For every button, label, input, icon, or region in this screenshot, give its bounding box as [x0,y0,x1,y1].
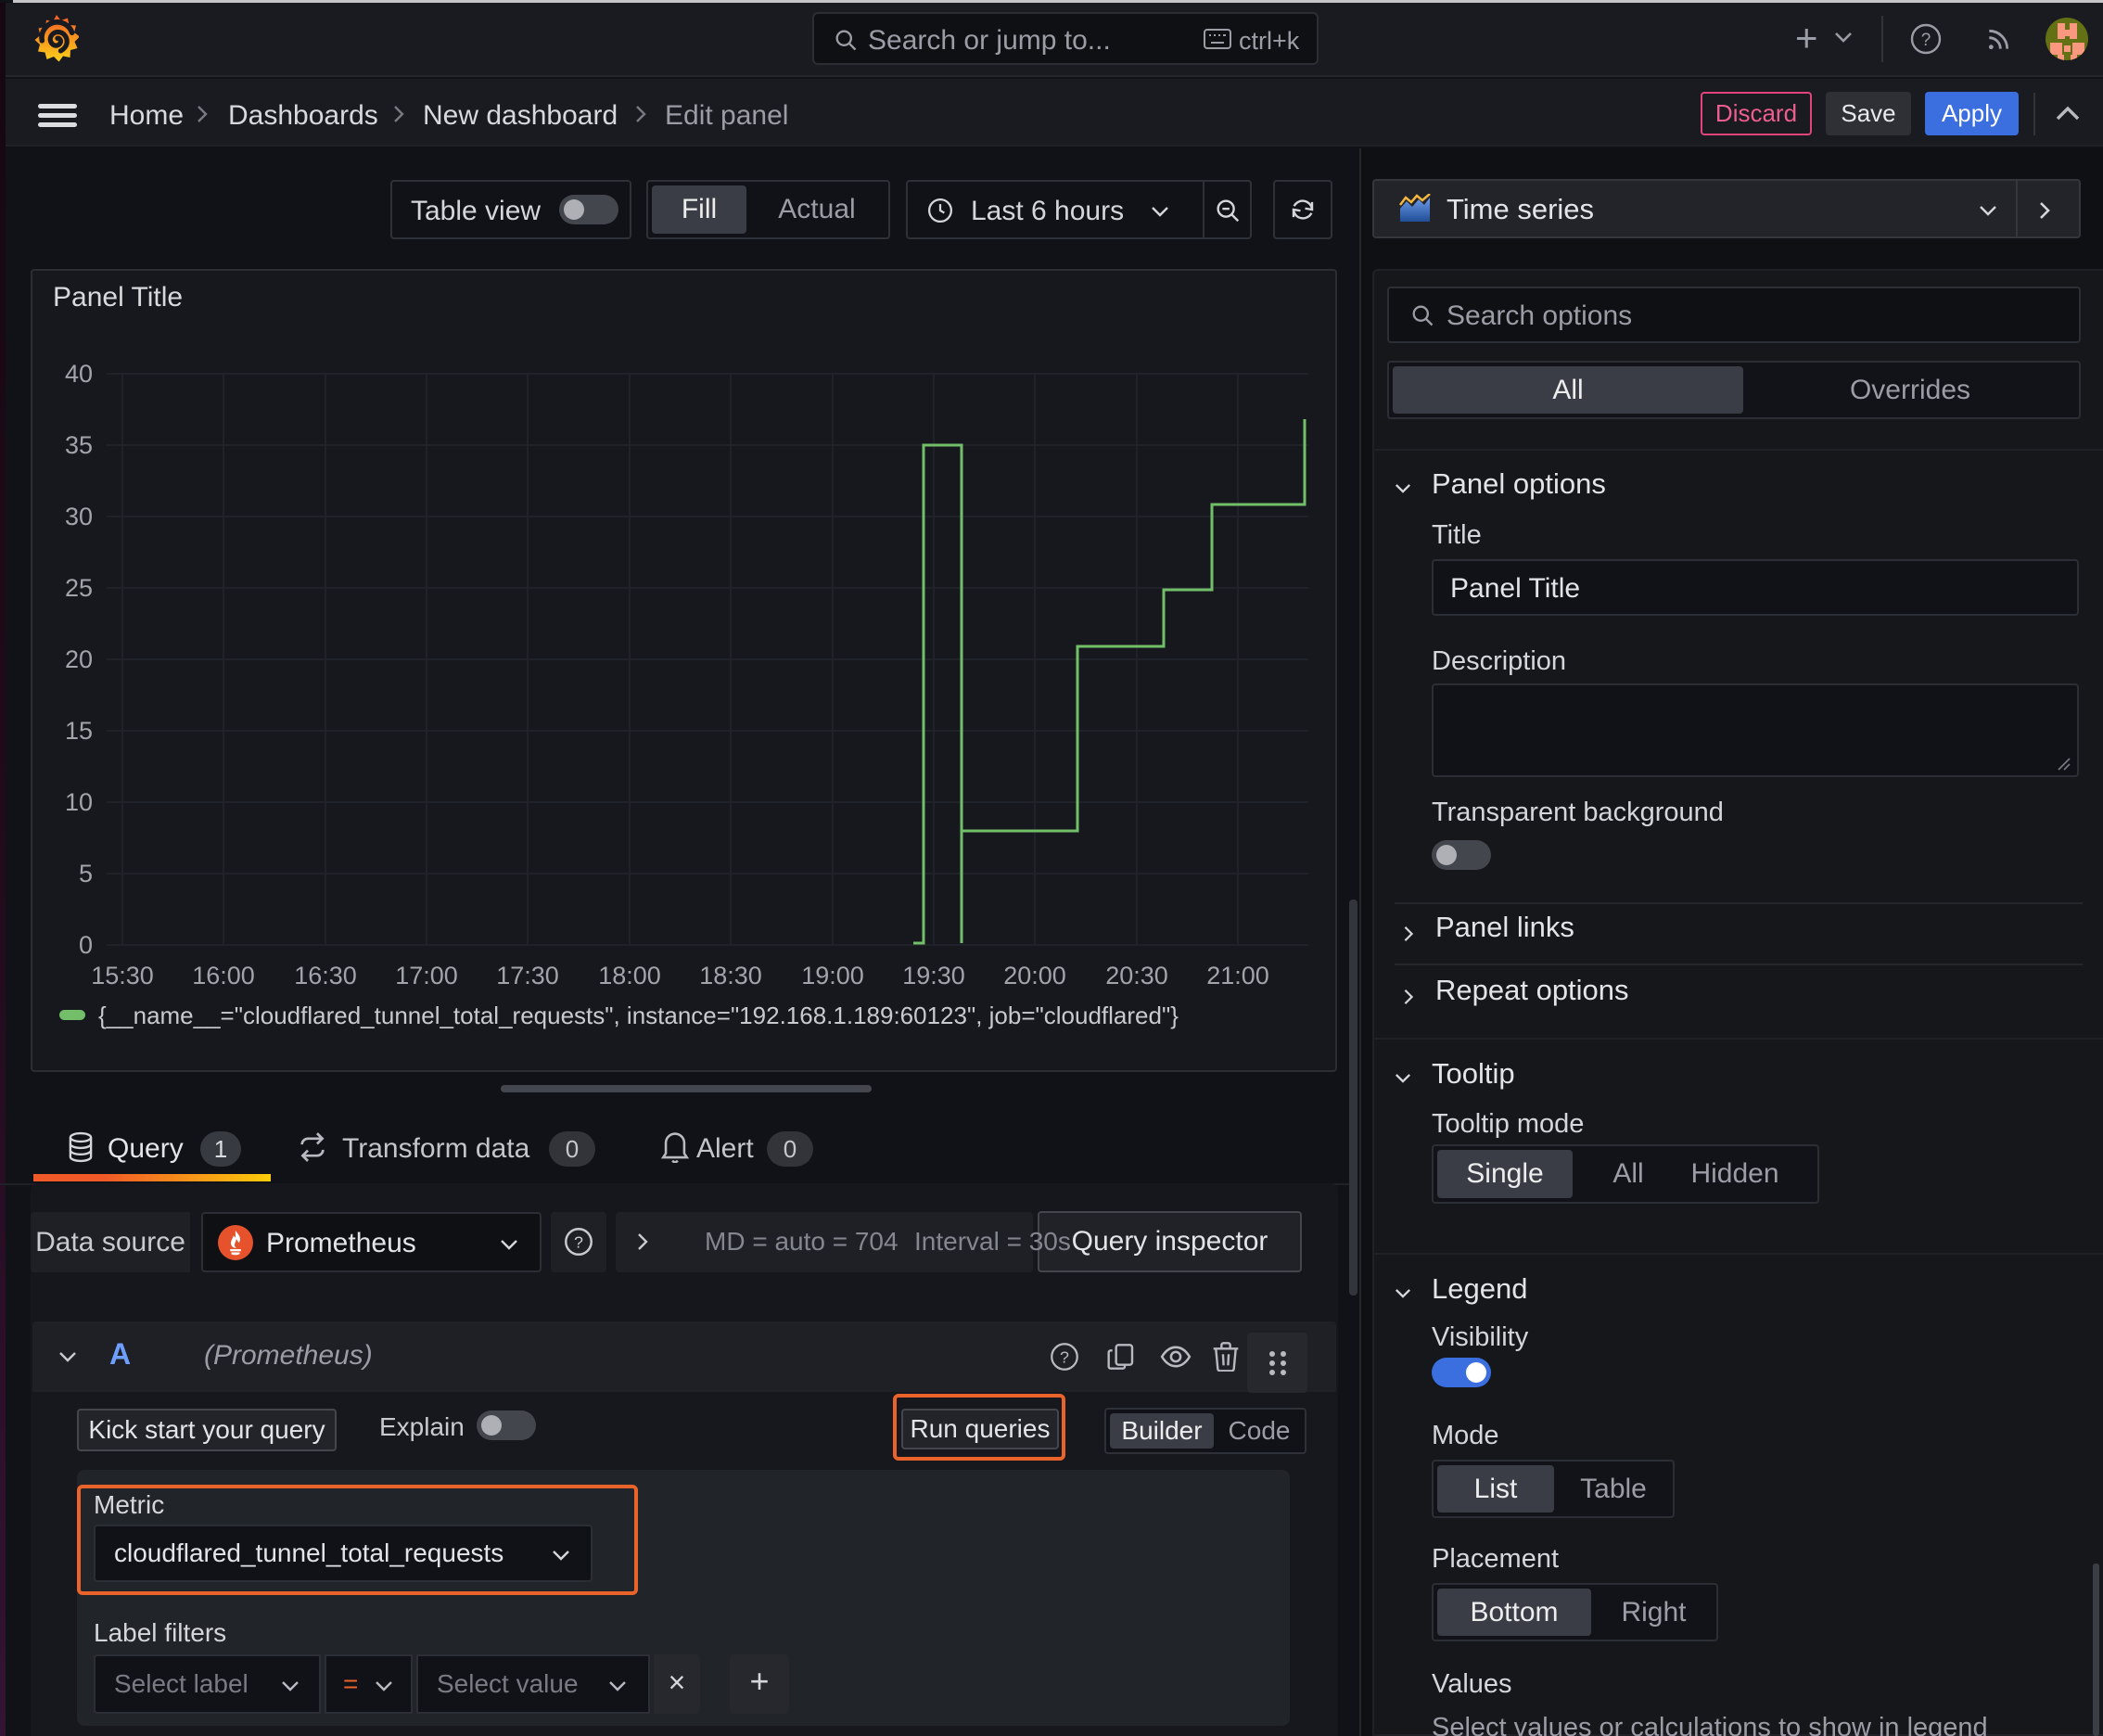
svg-text:18:30: 18:30 [699,962,762,989]
svg-text:20:00: 20:00 [1003,962,1066,989]
svg-text:30: 30 [65,503,93,530]
svg-text:?: ? [574,1233,583,1252]
svg-text:16:00: 16:00 [192,962,255,989]
svg-text:15:30: 15:30 [91,962,154,989]
svg-text:17:00: 17:00 [395,962,458,989]
svg-text:5: 5 [79,860,93,887]
svg-text:16:30: 16:30 [294,962,357,989]
svg-text:?: ? [1921,31,1931,50]
svg-text:40: 40 [65,360,93,388]
svg-text:20:30: 20:30 [1105,962,1168,989]
svg-text:10: 10 [65,788,93,816]
svg-text:25: 25 [65,574,93,602]
svg-text:0: 0 [79,931,93,959]
svg-text:19:30: 19:30 [902,962,965,989]
svg-text:{__name__="cloudflared_tunnel_: {__name__="cloudflared_tunnel_total_requ… [98,1002,1179,1029]
svg-text:35: 35 [65,431,93,459]
svg-text:?: ? [1060,1348,1069,1367]
svg-text:18:00: 18:00 [598,962,661,989]
svg-text:19:00: 19:00 [801,962,864,989]
svg-text:17:30: 17:30 [496,962,559,989]
svg-text:21:00: 21:00 [1206,962,1269,989]
svg-text:15: 15 [65,717,93,745]
svg-text:20: 20 [65,645,93,673]
